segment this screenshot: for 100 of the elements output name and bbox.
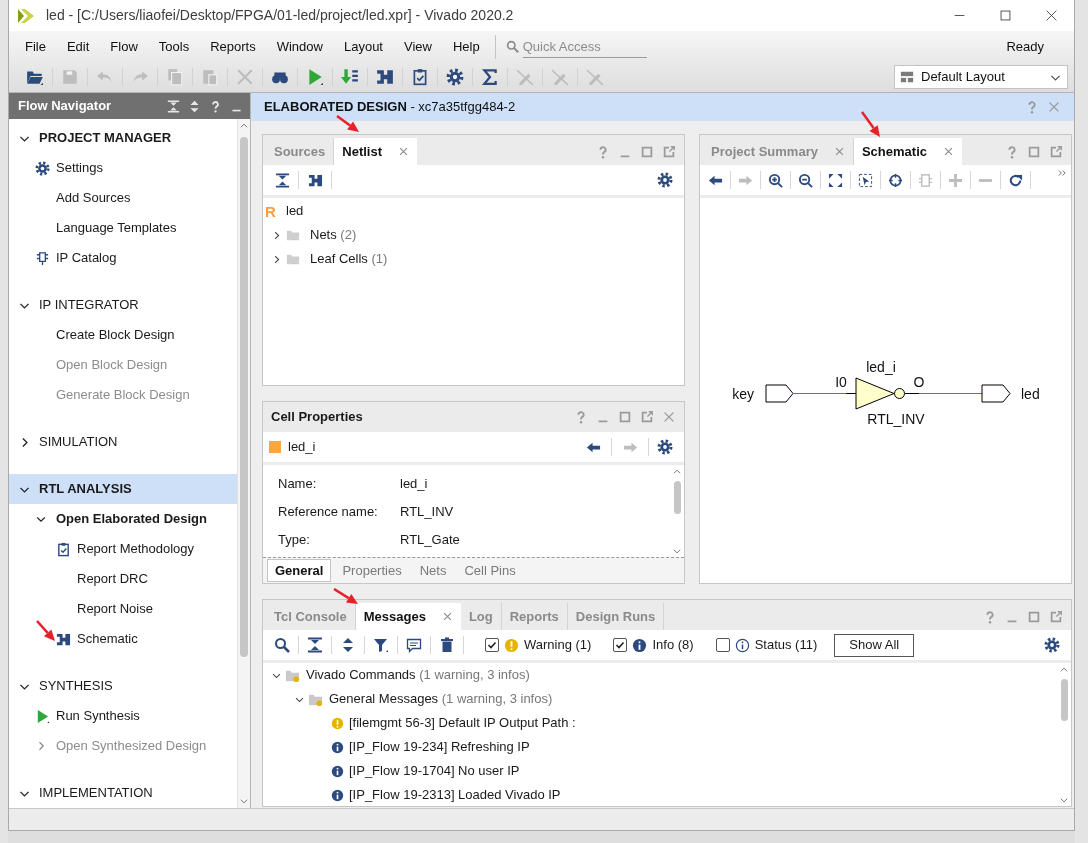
close-icon[interactable] <box>943 146 954 157</box>
menu-item[interactable]: Tools <box>158 36 190 57</box>
nav-item[interactable]: Report Noise <box>9 594 237 624</box>
maximize-icon[interactable] <box>640 144 654 159</box>
menu-item[interactable]: Reports <box>210 36 256 57</box>
maximize-icon[interactable] <box>1027 609 1041 624</box>
checkbox[interactable] <box>485 638 499 652</box>
trash-icon[interactable] <box>439 637 455 653</box>
port-symbol[interactable] <box>765 384 793 403</box>
search-icon[interactable] <box>274 637 290 653</box>
menu-item[interactable]: Window <box>276 36 323 57</box>
scroll-up-icon[interactable] <box>672 467 682 477</box>
tab[interactable]: Properties <box>335 559 409 582</box>
tab[interactable]: Schematic <box>853 138 962 165</box>
nav-item[interactable]: Report DRC <box>9 564 237 594</box>
property-value: RTL_INV <box>400 503 455 522</box>
scroll-down-icon[interactable] <box>239 796 249 806</box>
tree-item[interactable]: Nets (2) <box>263 223 684 247</box>
settings-icon[interactable] <box>445 68 464 86</box>
nav-item[interactable]: Add Sources <box>9 183 237 213</box>
schematic-icon[interactable] <box>375 68 394 86</box>
settings-icon[interactable] <box>657 439 673 455</box>
menu-item[interactable]: Flow <box>110 36 138 57</box>
undock-icon[interactable] <box>640 410 654 424</box>
settings-icon[interactable] <box>657 172 673 188</box>
message-text[interactable]: [IP_Flow 19-1704] No user IP <box>349 761 520 781</box>
checkbox[interactable] <box>715 638 730 652</box>
scrollbar-thumb[interactable] <box>240 137 248 657</box>
menu-item[interactable]: Help <box>452 36 480 57</box>
section-header[interactable]: IP INTEGRATOR <box>9 290 237 320</box>
nav-item[interactable]: Schematic <box>9 624 237 654</box>
scrollbar-thumb[interactable] <box>1060 679 1068 721</box>
message-text[interactable]: [IP_Flow 19-234] Refreshing IP <box>349 737 530 757</box>
checkbox[interactable] <box>613 638 628 652</box>
maximize-icon[interactable] <box>998 9 1012 22</box>
menu-item[interactable]: File <box>25 36 46 57</box>
maximize-icon[interactable] <box>1027 144 1041 159</box>
tab[interactable]: Messages <box>355 603 461 630</box>
info-icon <box>632 637 648 653</box>
tree-item[interactable]: Vivado Commands (1 warning, 3 infos) <box>263 663 1057 687</box>
help-icon[interactable] <box>574 410 588 424</box>
close-icon[interactable] <box>1044 9 1058 22</box>
section-header[interactable]: SYNTHESIS <box>9 671 237 701</box>
help-icon[interactable] <box>209 99 222 113</box>
collapse-all-icon[interactable] <box>307 637 323 653</box>
undock-icon[interactable] <box>662 144 676 159</box>
settings-icon[interactable] <box>1044 637 1060 653</box>
menu-item[interactable]: Edit <box>66 36 90 57</box>
undock-icon[interactable] <box>1049 609 1063 624</box>
tree-item[interactable]: General Messages (1 warning, 3 infos) <box>263 687 1057 711</box>
close-icon[interactable] <box>398 146 410 157</box>
scrollbar-thumb[interactable] <box>673 481 681 514</box>
collapse-all-icon[interactable] <box>274 172 290 188</box>
filter-icon[interactable] <box>373 637 389 653</box>
close-icon[interactable] <box>441 611 453 622</box>
nav-item[interactable]: IP Catalog <box>9 243 237 273</box>
tree-item[interactable]: Leaf Cells (1) <box>263 247 684 271</box>
port-label: key <box>731 385 754 402</box>
section-header[interactable]: PROJECT MANAGER <box>9 123 237 153</box>
folder-icon[interactable] <box>25 68 44 86</box>
nav-item[interactable]: Run Synthesis <box>9 701 237 731</box>
quick-access-field[interactable]: Quick Access <box>522 35 647 58</box>
download-icon[interactable] <box>340 68 359 86</box>
tab[interactable]: Cell Pins <box>457 559 523 582</box>
help-icon[interactable] <box>1005 144 1019 159</box>
port-symbol[interactable] <box>981 384 1010 403</box>
sigma-icon[interactable] <box>480 68 499 86</box>
help-icon[interactable] <box>1025 100 1039 114</box>
design-title: ELABORATED DESIGN - xc7a35tfgg484-2 <box>264 98 516 117</box>
maximize-icon[interactable] <box>618 410 632 424</box>
undock-icon[interactable] <box>1049 144 1063 159</box>
tree-item[interactable]: R led <box>263 199 684 223</box>
overflow-chevron-icon[interactable] <box>1057 168 1067 178</box>
section-header[interactable]: SIMULATION <box>9 427 237 457</box>
schematic-icon[interactable] <box>307 172 323 188</box>
tab[interactable]: Netlist <box>334 138 418 165</box>
section-header[interactable]: IMPLEMENTATION <box>9 778 237 808</box>
expand-icon[interactable] <box>188 99 201 113</box>
layout-dropdown[interactable]: Default Layout <box>894 65 1068 89</box>
show-all-button[interactable]: Show All <box>834 633 915 657</box>
tab[interactable]: Nets <box>412 559 454 582</box>
help-icon[interactable] <box>596 144 610 159</box>
nav-item[interactable]: Create Block Design <box>9 320 237 350</box>
scroll-up-icon[interactable] <box>1059 665 1069 675</box>
menu-item[interactable]: View <box>404 36 432 57</box>
nav-item[interactable]: Language Templates <box>9 213 237 243</box>
scroll-up-icon[interactable] <box>239 121 249 131</box>
tab[interactable]: General <box>267 559 332 582</box>
help-icon[interactable] <box>983 609 997 624</box>
message-text[interactable]: [filemgmt 56-3] Default IP Output Path : <box>349 713 576 733</box>
scroll-down-icon[interactable] <box>1059 795 1069 805</box>
comment-icon[interactable] <box>406 637 422 653</box>
nav-item[interactable]: Report Methodology <box>9 534 237 564</box>
message-text[interactable]: [IP_Flow 19-2313] Loaded Vivado IP <box>349 785 561 805</box>
nav-item[interactable]: Settings <box>9 153 237 183</box>
status-text: Ready <box>1006 37 1044 56</box>
section-header[interactable]: RTL ANALYSIS <box>9 474 237 504</box>
menu-item[interactable]: Layout <box>343 36 383 57</box>
nav-item[interactable]: Open Elaborated Design <box>9 504 237 534</box>
scroll-down-icon[interactable] <box>672 546 682 556</box>
